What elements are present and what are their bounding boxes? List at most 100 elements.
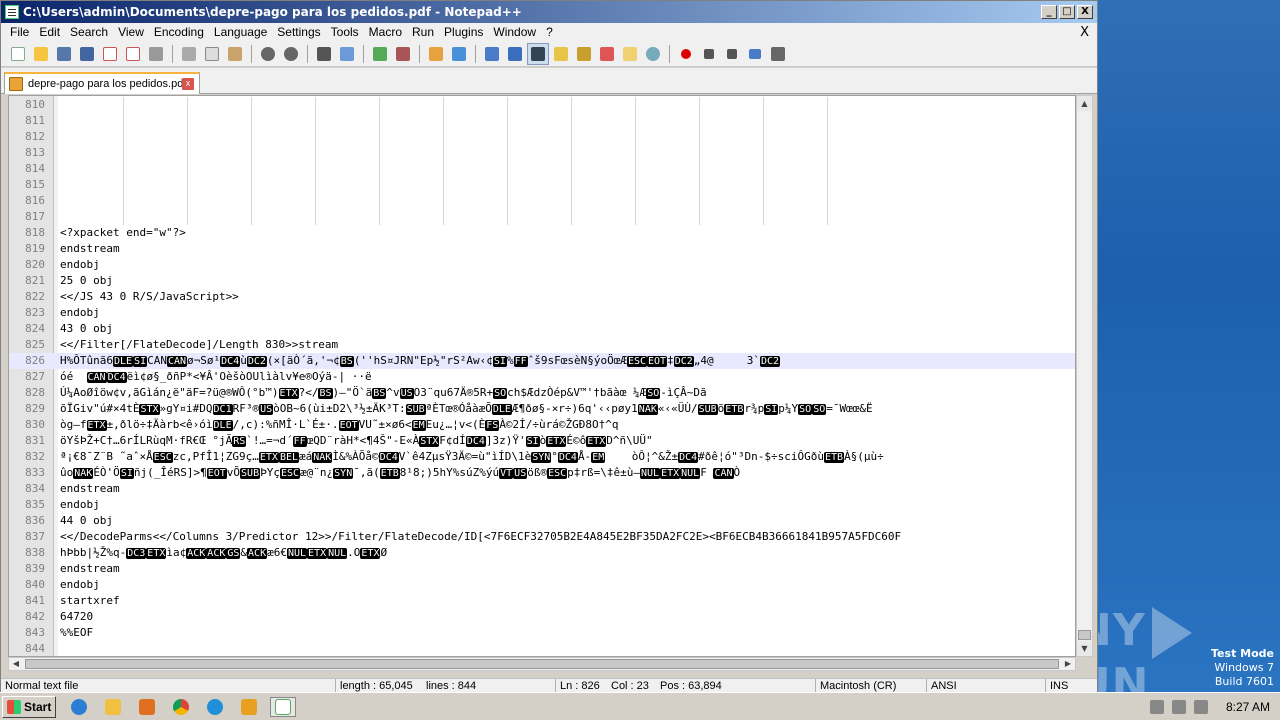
vertical-scrollbar[interactable]: ▲ ▼ xyxy=(1076,95,1093,657)
status-encoding[interactable]: ANSI xyxy=(926,679,957,693)
code-line[interactable]: 833 ûoNAKÉÒ'ÖSIñj(_ÎéRS]>¶EOTvÕSUBÞYçESCæ… xyxy=(9,465,1075,481)
code-line[interactable]: 817 xyxy=(9,209,1075,225)
code-line[interactable]: 821 25 0 obj xyxy=(9,273,1075,289)
scroll-down-icon[interactable]: ▼ xyxy=(1077,641,1092,656)
sync-vertical-button[interactable] xyxy=(425,43,447,65)
menu-file[interactable]: File xyxy=(5,23,34,42)
scroll-right-icon[interactable]: ▶ xyxy=(1061,658,1075,670)
menu-language[interactable]: Language xyxy=(209,23,272,42)
horizontal-scroll-thumb[interactable] xyxy=(25,659,1059,669)
title-bar[interactable]: C:\Users\admin\Documents\depre-pago para… xyxy=(1,1,1097,23)
save-button[interactable] xyxy=(53,43,75,65)
tab-depre-pago-pdf[interactable]: depre-pago para los pedidos.pdf x xyxy=(4,72,200,94)
taskbar-office[interactable] xyxy=(236,697,262,717)
taskbar-explorer[interactable] xyxy=(100,697,126,717)
code-line[interactable]: 825 <</Filter[/FlateDecode]/Length 830>>s… xyxy=(9,337,1075,353)
code-line[interactable]: 839 endstream xyxy=(9,561,1075,577)
taskbar-media-player[interactable] xyxy=(134,697,160,717)
taskbar-edge[interactable] xyxy=(202,697,228,717)
copy-button[interactable] xyxy=(201,43,223,65)
scroll-up-icon[interactable]: ▲ xyxy=(1077,96,1092,111)
start-button[interactable]: Start xyxy=(2,696,56,718)
code-line[interactable]: 834 endstream xyxy=(9,481,1075,497)
zoom-in-button[interactable] xyxy=(369,43,391,65)
code-line[interactable]: 826 H%ÔTûnã6DLE SICANCANø¬Sø¹DC4ùDC2(×[äÒ´… xyxy=(9,353,1075,369)
horizontal-scrollbar[interactable]: ◀ ▶ xyxy=(8,657,1076,671)
menu-tools[interactable]: Tools xyxy=(326,23,364,42)
code-line[interactable]: 835 endobj xyxy=(9,497,1075,513)
close-button[interactable]: X xyxy=(1077,5,1093,19)
monitoring-button[interactable] xyxy=(642,43,664,65)
paste-button[interactable] xyxy=(224,43,246,65)
code-line[interactable]: 842 64720 xyxy=(9,609,1075,625)
taskbar-chrome[interactable] xyxy=(168,697,194,717)
action-center-flag-icon[interactable] xyxy=(1193,700,1208,714)
menu-settings[interactable]: Settings xyxy=(272,23,325,42)
code-line[interactable]: 812 xyxy=(9,129,1075,145)
code-line[interactable]: 836 44 0 obj xyxy=(9,513,1075,529)
code-line[interactable]: 815 xyxy=(9,177,1075,193)
menu-run[interactable]: Run xyxy=(407,23,439,42)
code-line[interactable]: 840 endobj xyxy=(9,577,1075,593)
redo-button[interactable] xyxy=(280,43,302,65)
code-line[interactable]: 827 óé CAN DC4ëì¢ø§_ðñP*<¥Â'OèšòOUlìàlv¥e®… xyxy=(9,369,1075,385)
taskbar-notepadpp[interactable] xyxy=(270,697,296,717)
menu-macro[interactable]: Macro xyxy=(364,23,407,42)
maximize-button[interactable]: □ xyxy=(1059,5,1075,19)
zoom-out-button[interactable] xyxy=(392,43,414,65)
play-macro-button[interactable] xyxy=(721,43,743,65)
menu-encoding[interactable]: Encoding xyxy=(149,23,209,42)
folder-workspace-button[interactable] xyxy=(619,43,641,65)
code-line[interactable]: 844 xyxy=(9,641,1075,656)
replace-button[interactable] xyxy=(336,43,358,65)
code-line[interactable]: 823 endobj xyxy=(9,305,1075,321)
menu-view[interactable]: View xyxy=(113,23,149,42)
close-file-button[interactable] xyxy=(99,43,121,65)
code-line[interactable]: 810 xyxy=(9,97,1075,113)
volume-icon[interactable] xyxy=(1149,700,1164,714)
menu-search[interactable]: Search xyxy=(65,23,113,42)
tab-close-icon[interactable]: x xyxy=(182,78,194,90)
status-eol[interactable]: Macintosh (CR) xyxy=(815,679,896,693)
code-line[interactable]: 822 <</JS 43 0 R/S/JavaScript>> xyxy=(9,289,1075,305)
function-list-button[interactable] xyxy=(596,43,618,65)
word-wrap-button[interactable] xyxy=(481,43,503,65)
save-macro-button[interactable] xyxy=(767,43,789,65)
code-line[interactable]: 841 startxref xyxy=(9,593,1075,609)
undo-button[interactable] xyxy=(257,43,279,65)
close-document-button[interactable]: X xyxy=(1080,23,1089,42)
cut-button[interactable] xyxy=(178,43,200,65)
open-file-button[interactable] xyxy=(30,43,52,65)
status-insert-mode[interactable]: INS xyxy=(1045,679,1068,693)
code-line[interactable]: 830 òg—fETX±,ðlö÷‡Äàrb<ê›óìDLE/,c):%ñMÎ·L… xyxy=(9,417,1075,433)
code-line[interactable]: 814 xyxy=(9,161,1075,177)
menu-window[interactable]: Window xyxy=(488,23,541,42)
code-line[interactable]: 828 Ú¼AoØîöw¢v,ãGìán¿ë"äF=?ü@®WÔ(°b™)ETX?… xyxy=(9,385,1075,401)
code-line[interactable]: 816 xyxy=(9,193,1075,209)
find-button[interactable] xyxy=(313,43,335,65)
code-line[interactable]: 824 43 0 obj xyxy=(9,321,1075,337)
print-button[interactable] xyxy=(145,43,167,65)
minimize-button[interactable]: _ xyxy=(1041,5,1057,19)
code-line[interactable]: 820 endobj xyxy=(9,257,1075,273)
close-all-button[interactable] xyxy=(122,43,144,65)
scroll-left-icon[interactable]: ◀ xyxy=(9,658,23,670)
code-line[interactable]: 813 xyxy=(9,145,1075,161)
code-line[interactable]: 838 hÞbb|½Ž%q-DC3 ETXìa¢ACK ACK GS&ACKæ6€NUL… xyxy=(9,545,1075,561)
record-macro-button[interactable] xyxy=(675,43,697,65)
vertical-scroll-thumb[interactable] xyxy=(1078,630,1091,640)
clock[interactable]: 8:27 AM xyxy=(1226,700,1270,714)
code-line[interactable]: 843 %%EOF xyxy=(9,625,1075,641)
menu-help[interactable]: ? xyxy=(541,23,558,42)
code-line[interactable]: 831 öYšÞŽ+C†…6rÍLRùqM·fR€Œ °jÃRS`!…=¬d´FF… xyxy=(9,433,1075,449)
stop-macro-button[interactable] xyxy=(698,43,720,65)
code-line[interactable]: 819 endstream xyxy=(9,241,1075,257)
new-file-button[interactable] xyxy=(7,43,29,65)
doc-map-button[interactable] xyxy=(573,43,595,65)
taskbar-ie[interactable] xyxy=(66,697,92,717)
udl-button[interactable] xyxy=(550,43,572,65)
editor-area[interactable]: 810 811 812 813 814 815 816 817 818 <?xpacket end… xyxy=(8,95,1076,657)
sync-horizontal-button[interactable] xyxy=(448,43,470,65)
code-line[interactable]: 837 <</DecodeParms<</Columns 3/Predictor … xyxy=(9,529,1075,545)
network-icon[interactable] xyxy=(1171,700,1186,714)
